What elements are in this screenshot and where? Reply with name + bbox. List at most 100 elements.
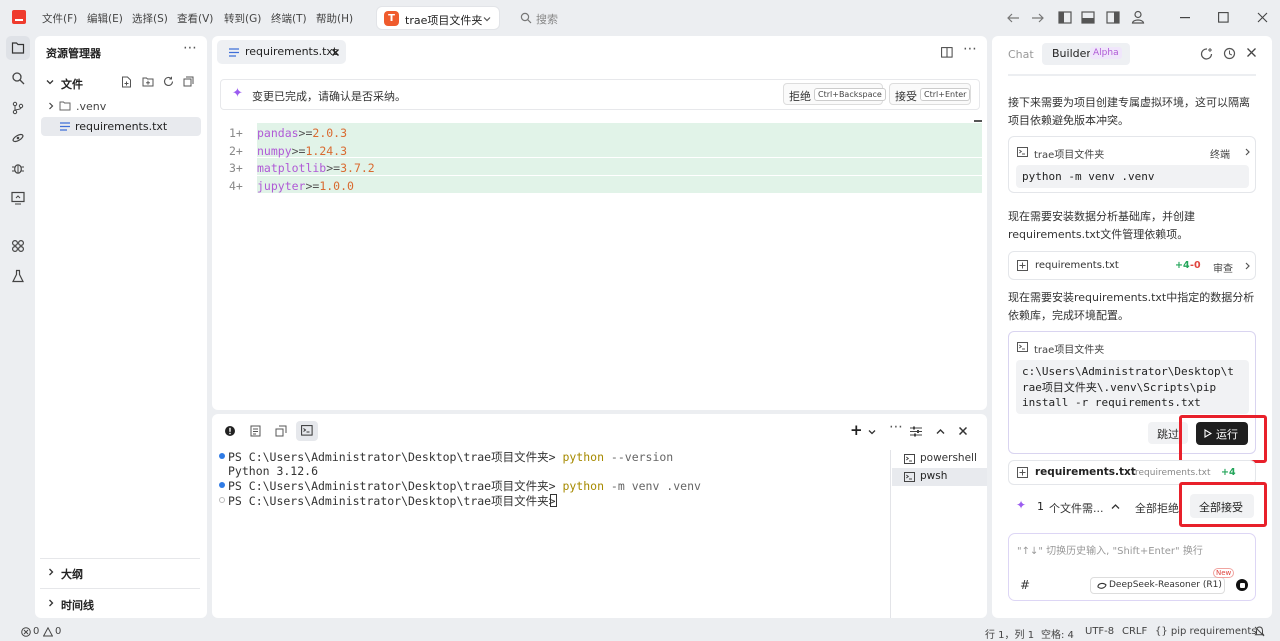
- code-operator: >=: [305, 179, 320, 194]
- history-icon[interactable]: [1223, 47, 1236, 60]
- collapse-all-icon[interactable]: [183, 76, 194, 87]
- hash-context-button[interactable]: #: [1020, 578, 1030, 592]
- line-number: 4+: [229, 179, 243, 194]
- tab-requirements[interactable]: requirements.txt: [217, 40, 346, 64]
- error-icon[interactable]: [21, 627, 31, 637]
- close-icon[interactable]: [1247, 48, 1256, 57]
- toggle-aux-sidebar-icon[interactable]: [1106, 11, 1120, 24]
- tab-builder[interactable]: Builder Alpha: [1042, 43, 1130, 65]
- tab-chat[interactable]: Chat: [1008, 48, 1034, 61]
- indentation[interactable]: 空格: 4: [1041, 626, 1074, 641]
- close-window-icon[interactable]: [1257, 12, 1268, 23]
- output-icon[interactable]: [250, 425, 261, 437]
- new-terminal-icon[interactable]: +: [850, 421, 863, 439]
- model-selector[interactable]: DeepSeek-Reasoner (R1): [1090, 577, 1225, 594]
- run-button[interactable]: 运行: [1196, 422, 1248, 445]
- chevron-up-icon[interactable]: [1111, 503, 1120, 510]
- code-package: pandas: [257, 126, 299, 140]
- activity-debug[interactable]: [6, 156, 30, 180]
- menu-help[interactable]: 帮助(H): [316, 11, 353, 26]
- menu-select[interactable]: 选择(S): [132, 11, 168, 26]
- tree-item-venv[interactable]: .venv: [76, 100, 106, 113]
- reject-all-button[interactable]: 全部拒绝: [1135, 500, 1179, 516]
- terminal-cursor: [550, 494, 557, 507]
- section-files[interactable]: 文件: [61, 76, 83, 92]
- chevron-down-icon[interactable]: [868, 428, 876, 436]
- close-icon[interactable]: [332, 49, 339, 56]
- close-icon[interactable]: [959, 427, 967, 435]
- menu-edit[interactable]: 编辑(E): [87, 11, 123, 26]
- code-content[interactable]: pandas>=2.0.3 numpy>=1.24.3 matplotlib>=…: [257, 125, 375, 196]
- warning-count[interactable]: 0: [55, 626, 61, 637]
- more-icon[interactable]: ⋯: [963, 41, 977, 57]
- activity-remote[interactable]: [6, 126, 30, 150]
- accept-all-button[interactable]: 全部接受: [1190, 494, 1254, 518]
- menu-terminal[interactable]: 终端(T): [271, 11, 307, 26]
- review-link[interactable]: 审查: [1213, 260, 1233, 275]
- error-count[interactable]: 0: [33, 626, 39, 637]
- command-code: c:\Users\Administrator\Desktop\t rae项目文件…: [1016, 360, 1249, 414]
- toggle-panel-icon[interactable]: [1081, 11, 1095, 24]
- banner-text: 变更已完成，请确认是否采纳。: [252, 90, 406, 103]
- accept-all-label: 全部接受: [1199, 501, 1243, 514]
- tab-terminal[interactable]: [296, 421, 318, 441]
- activity-run[interactable]: [6, 186, 30, 210]
- minimize-icon[interactable]: [1180, 17, 1190, 19]
- new-file-icon[interactable]: [121, 76, 132, 88]
- refresh-icon[interactable]: [163, 76, 174, 87]
- new-chat-icon[interactable]: [1200, 47, 1213, 60]
- activity-extensions[interactable]: [6, 234, 30, 258]
- project-name: trae项目文件夹: [405, 14, 483, 27]
- menu-goto[interactable]: 转到(G): [224, 11, 261, 26]
- tree-item-requirements[interactable]: requirements.txt: [41, 117, 201, 136]
- line-ending[interactable]: CRLF: [1122, 626, 1147, 637]
- search-box[interactable]: 搜索: [512, 6, 732, 30]
- language-mode[interactable]: {} pip requirements: [1155, 626, 1256, 637]
- more-icon[interactable]: ⋯: [183, 40, 197, 56]
- accept-button[interactable]: 接受 Ctrl+Enter: [889, 83, 971, 105]
- terminal-line[interactable]: PS C:\Users\Administrator\Desktop\trae项目…: [228, 493, 557, 509]
- menu-view[interactable]: 查看(V): [177, 11, 213, 26]
- project-selector[interactable]: T trae项目文件夹: [376, 6, 500, 30]
- shell-pwsh[interactable]: pwsh: [892, 468, 987, 486]
- folder-icon: [59, 101, 71, 111]
- section-outline[interactable]: 大纲: [61, 566, 83, 582]
- debug-console-icon[interactable]: [275, 425, 287, 437]
- chevron-down-icon[interactable]: [46, 78, 54, 86]
- split-editor-icon[interactable]: [941, 47, 953, 58]
- encoding[interactable]: UTF-8: [1085, 626, 1114, 637]
- more-icon[interactable]: ⋯: [889, 419, 903, 435]
- new-folder-icon[interactable]: [142, 76, 154, 87]
- menu-file[interactable]: 文件(F): [42, 11, 77, 26]
- toggle-sidebar-icon[interactable]: [1058, 11, 1072, 24]
- notifications-muted-icon[interactable]: [1254, 626, 1265, 637]
- warning-icon[interactable]: [43, 627, 53, 637]
- title-bar: 文件(F) 编辑(E) 选择(S) 查看(V) 转到(G) 终端(T) 帮助(H…: [0, 0, 1280, 36]
- explorer-panel: 资源管理器 ⋯ 文件 .venv requirements.txt 大纲 时间线: [35, 36, 207, 618]
- reject-button[interactable]: 拒绝 Ctrl+Backspace: [783, 83, 886, 105]
- activity-search[interactable]: [6, 66, 30, 90]
- cursor-position[interactable]: 行 1，列 1: [985, 626, 1034, 641]
- chevron-right-icon: [49, 102, 54, 110]
- problems-icon[interactable]: [224, 425, 236, 437]
- activity-testing[interactable]: [6, 264, 30, 288]
- code-line: c:\Users\Administrator\Desktop\t: [1022, 365, 1234, 378]
- stop-button[interactable]: [1236, 579, 1248, 591]
- code-operator: >=: [298, 126, 313, 140]
- activity-explorer[interactable]: [6, 36, 30, 60]
- extensions-icon: [11, 239, 25, 253]
- account-icon[interactable]: [1131, 10, 1145, 24]
- section-timeline[interactable]: 时间线: [61, 597, 94, 613]
- chevron-up-icon[interactable]: [936, 428, 945, 435]
- divider: [40, 588, 200, 589]
- open-terminal-link[interactable]: 终端: [1210, 146, 1230, 161]
- arrow-right-icon[interactable]: [1031, 12, 1045, 24]
- maximize-icon[interactable]: [1218, 12, 1229, 23]
- shell-powershell[interactable]: powershell: [892, 451, 987, 468]
- terminal-args: -m venv .venv: [604, 479, 701, 493]
- chat-input[interactable]: "↑↓" 切换历史输入, "Shift+Enter" 换行 # DeepSeek…: [1008, 533, 1256, 601]
- file-change-card[interactable]: requirements.txt +4 -0 审查: [1008, 251, 1256, 280]
- activity-source-control[interactable]: [6, 96, 30, 120]
- settings-sliders-icon[interactable]: [910, 425, 922, 437]
- arrow-left-icon[interactable]: [1006, 12, 1020, 24]
